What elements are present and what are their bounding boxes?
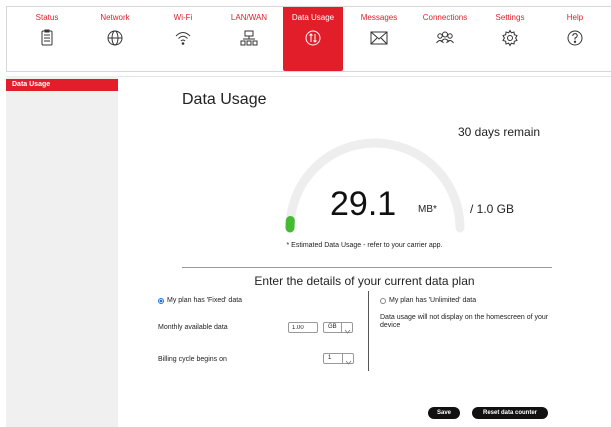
column-divider bbox=[368, 291, 369, 371]
section-divider bbox=[182, 267, 552, 268]
nav-network-label: Network bbox=[100, 13, 130, 22]
monthly-data-label: Monthly available data bbox=[158, 324, 228, 331]
unlimited-plan-option[interactable]: My plan has 'Unlimited' data bbox=[380, 297, 476, 304]
monthly-data-input[interactable] bbox=[288, 322, 318, 333]
usage-value: 29.1 bbox=[330, 185, 397, 223]
unlimited-note: Data usage will not display on the homes… bbox=[380, 314, 549, 329]
estimate-note: * Estimated Data Usage - refer to your c… bbox=[286, 242, 443, 249]
nav-wifi[interactable]: Wi-Fi bbox=[153, 7, 213, 71]
fixed-plan-radio[interactable] bbox=[158, 297, 164, 304]
nav-status-label: Status bbox=[35, 13, 59, 22]
users-icon bbox=[435, 28, 455, 48]
nav-status[interactable]: Status bbox=[17, 7, 77, 71]
data-unit-value: GB bbox=[328, 324, 337, 330]
nav-wifi-label: Wi-Fi bbox=[173, 13, 193, 22]
main-panel: Data Usage 30 days remain 29.1 MB* / 1.0… bbox=[118, 76, 611, 427]
unlimited-plan-radio[interactable] bbox=[380, 297, 386, 304]
billing-cycle-label: Billing cycle begins on bbox=[158, 356, 227, 363]
gear-icon bbox=[500, 28, 520, 48]
billing-day-value: 1 bbox=[328, 355, 332, 361]
nav-settings[interactable]: Settings bbox=[480, 7, 540, 71]
save-button[interactable]: Save bbox=[428, 407, 460, 419]
nav-connections-label: Connections bbox=[422, 13, 468, 22]
nav-data-usage-label: Data Usage bbox=[291, 13, 335, 22]
nav-network[interactable]: Network bbox=[85, 7, 145, 71]
fixed-plan-label: My plan has 'Fixed' data bbox=[167, 297, 243, 304]
clipboard-icon bbox=[37, 28, 57, 48]
nav-lan-wan-label: LAN/WAN bbox=[230, 13, 268, 22]
envelope-icon bbox=[369, 28, 389, 48]
billing-day-select[interactable]: 1 bbox=[323, 353, 354, 365]
chevron-down-icon bbox=[341, 323, 352, 334]
nav-lan-wan[interactable]: LAN/WAN bbox=[219, 7, 279, 71]
unlimited-plan-label: My plan has 'Unlimited' data bbox=[389, 297, 477, 304]
reset-data-counter-button[interactable]: Reset data counter bbox=[472, 407, 548, 419]
globe-icon bbox=[105, 28, 125, 48]
nav-settings-label: Settings bbox=[495, 13, 525, 22]
data-unit-select[interactable]: GB bbox=[323, 322, 353, 334]
nav-messages[interactable]: Messages bbox=[349, 7, 409, 71]
sidebar-item-data-usage[interactable]: Data Usage bbox=[6, 79, 118, 91]
page-title: Data Usage bbox=[182, 91, 267, 108]
usage-unit: MB* bbox=[418, 204, 437, 215]
top-navigation: Status Network Wi-Fi LAN/WAN Data Usage … bbox=[6, 6, 611, 72]
wifi-icon bbox=[173, 28, 193, 48]
help-icon bbox=[565, 28, 585, 48]
nav-connections[interactable]: Connections bbox=[415, 7, 475, 71]
chevron-down-icon bbox=[342, 354, 353, 365]
nav-help[interactable]: Help bbox=[545, 7, 605, 71]
nav-help-label: Help bbox=[566, 13, 584, 22]
lan-icon bbox=[239, 28, 259, 48]
nav-messages-label: Messages bbox=[360, 13, 398, 22]
section-title: Enter the details of your current data p… bbox=[254, 274, 475, 288]
plan-total: / 1.0 GB bbox=[470, 202, 515, 216]
fixed-plan-option[interactable]: My plan has 'Fixed' data bbox=[158, 297, 242, 304]
nav-data-usage[interactable]: Data Usage bbox=[283, 7, 343, 71]
sidebar: Data Usage bbox=[6, 76, 118, 427]
data-usage-icon bbox=[303, 28, 323, 48]
